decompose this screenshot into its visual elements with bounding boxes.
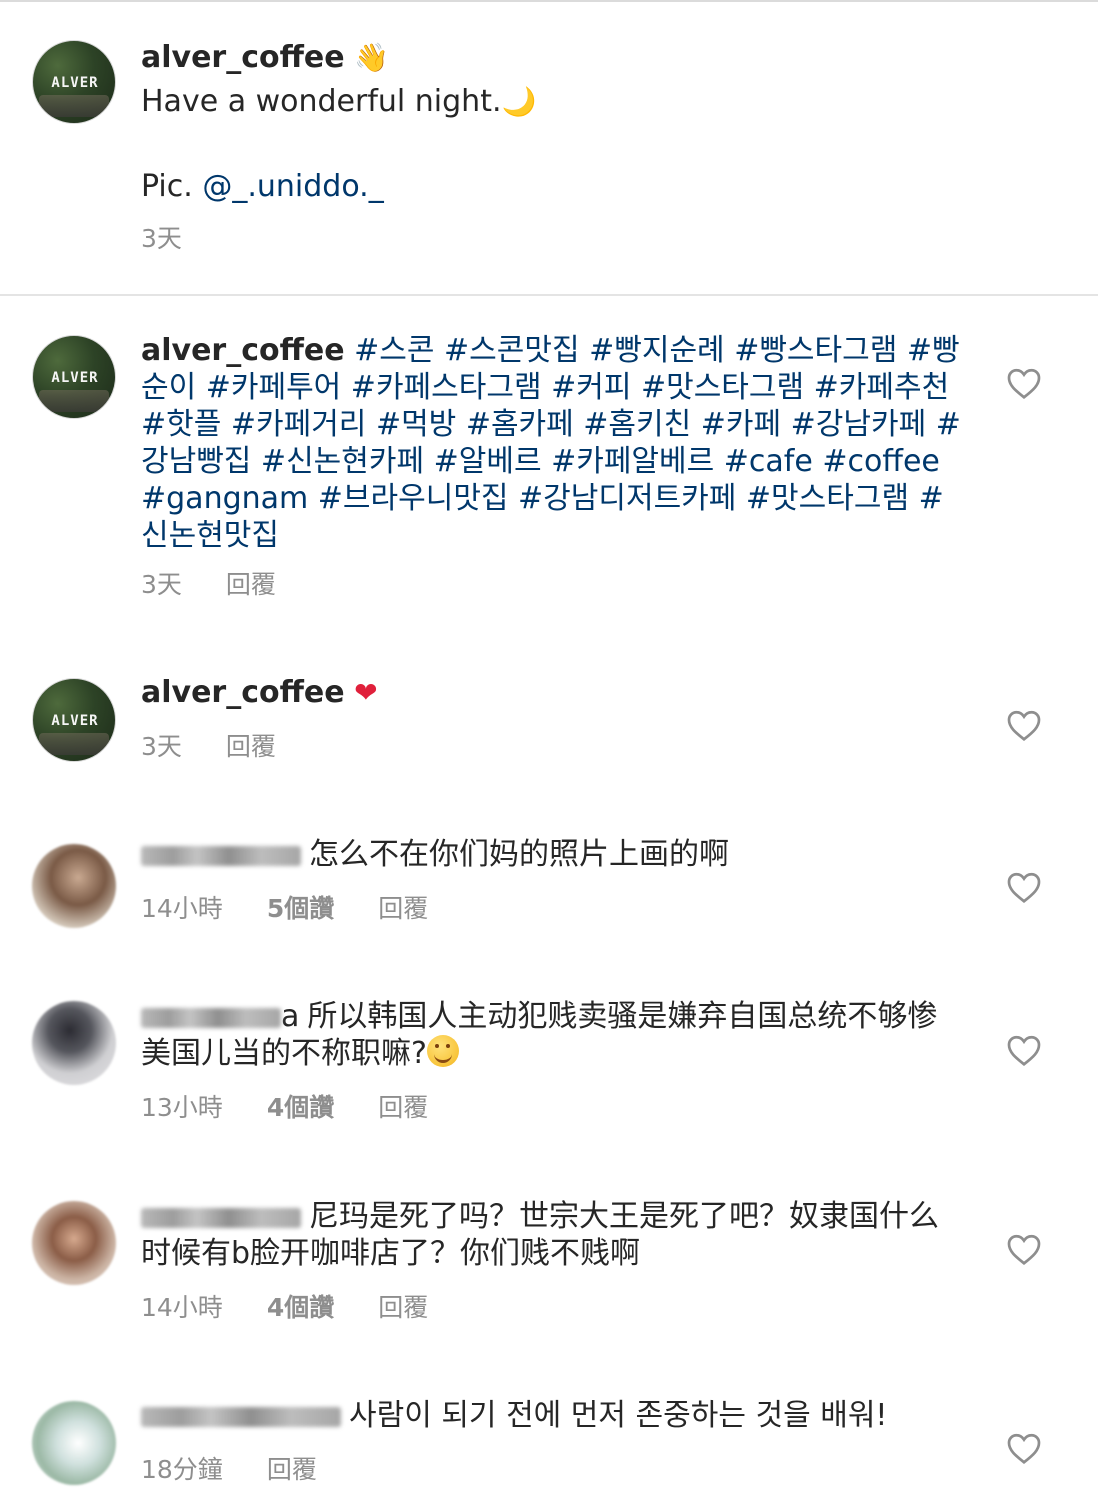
comment-meta: 14小時 4個讚 回覆 <box>141 1293 472 1323</box>
reply-button[interactable]: 回覆 <box>226 732 276 762</box>
timestamp[interactable]: 3天 <box>141 570 182 600</box>
timestamp[interactable]: 13小時 <box>141 1093 223 1123</box>
avatar[interactable]: ALVER <box>32 40 116 124</box>
comment-item: 尼玛是死了吗？世宗大王是死了吧？奴隶国什么时候有b脸开咖啡店了？你们贱不贱啊 1… <box>0 1185 1098 1355</box>
reply-button[interactable]: 回覆 <box>226 570 276 600</box>
likes-count[interactable]: 4個讚 <box>267 1093 334 1123</box>
moon-icon: 🌙 <box>501 85 537 118</box>
caption-meta: 3天 <box>141 224 226 254</box>
timestamp[interactable]: 3天 <box>141 224 182 254</box>
blurred-username[interactable] <box>141 1406 341 1427</box>
comment-item: 사람이 되기 전에 먼저 존중하는 것을 배워! 18分鐘 回覆 <box>0 1385 1098 1492</box>
comment-item: ALVER alver_coffee ❤ 3天 回覆 <box>0 660 1098 790</box>
caption-line: Have a wonderful night. <box>141 84 502 119</box>
reply-button[interactable]: 回覆 <box>378 1093 428 1123</box>
blurred-username[interactable] <box>141 845 301 866</box>
smiling-face-icon <box>426 1035 459 1067</box>
comment-item: 怎么不在你们妈的照片上画的啊 14小時 5個讚 回覆 <box>0 820 1098 960</box>
likes-count[interactable]: 5個讚 <box>267 894 334 924</box>
like-heart-icon[interactable] <box>1006 1033 1042 1067</box>
caption-text: alver_coffee 👋 Have a wonderful night.🌙 … <box>141 39 961 205</box>
comment-meta: 18分鐘 回覆 <box>141 1455 361 1485</box>
comment-body: 怎么不在你们妈的照片上画的啊 <box>309 837 729 872</box>
timestamp[interactable]: 18分鐘 <box>141 1455 223 1485</box>
avatar[interactable]: ALVER <box>32 678 116 762</box>
reply-button[interactable]: 回覆 <box>378 1293 428 1323</box>
avatar[interactable] <box>32 1201 116 1285</box>
comment-meta: 13小時 4個讚 回覆 <box>141 1093 472 1123</box>
red-heart-icon: ❤ <box>354 676 378 709</box>
username[interactable]: alver_coffee <box>141 675 345 710</box>
comment-text: 사람이 되기 전에 먼저 존중하는 것을 배워! <box>141 1397 961 1434</box>
avatar[interactable] <box>32 1001 116 1085</box>
likes-count[interactable]: 4個讚 <box>267 1293 334 1323</box>
like-heart-icon[interactable] <box>1006 870 1042 904</box>
comment-text: 怎么不在你们妈的照片上画的啊 <box>141 836 961 873</box>
caption-block: ALVER alver_coffee 👋 Have a wonderful ni… <box>0 0 1098 295</box>
comment-item: a 所以韩国人主动犯贱卖骚是嫌弃自国总统不够惨美国儿当的不称职嘛? 13小時 4個讚… <box>0 985 1098 1155</box>
like-heart-icon[interactable] <box>1006 1232 1042 1266</box>
alver-logo: ALVER <box>51 75 99 91</box>
comment-text: a 所以韩国人主动犯贱卖骚是嫌弃自国总统不够惨美国儿当的不称职嘛? <box>141 998 961 1072</box>
comment-item: ALVER alver_coffee #스콘 #스콘맛집 #빵지순례 #빵스타그… <box>0 300 1098 620</box>
avatar[interactable]: ALVER <box>32 335 116 419</box>
divider <box>0 294 1098 296</box>
comment-text: 尼玛是死了吗？世宗大王是死了吧？奴隶国什么时候有b脸开咖啡店了？你们贱不贱啊 <box>141 1198 961 1272</box>
like-heart-icon[interactable] <box>1006 1431 1042 1465</box>
blurred-username[interactable] <box>141 1007 281 1028</box>
comment-body: 사람이 되기 전에 먼저 존중하는 것을 배워! <box>349 1398 888 1433</box>
comment-meta: 3天 回覆 <box>141 732 320 762</box>
like-heart-icon[interactable] <box>1006 366 1042 400</box>
timestamp[interactable]: 14小時 <box>141 1293 223 1323</box>
reply-button[interactable]: 回覆 <box>267 1455 317 1485</box>
pic-label: Pic. <box>141 169 203 204</box>
timestamp[interactable]: 14小時 <box>141 894 223 924</box>
avatar[interactable] <box>32 1401 116 1485</box>
comment-text: alver_coffee ❤ <box>141 674 961 711</box>
comment-meta: 14小時 5個讚 回覆 <box>141 894 472 924</box>
comment-lead: a <box>281 999 300 1034</box>
username[interactable]: alver_coffee <box>141 40 345 75</box>
comment-meta: 3天 回覆 <box>141 570 320 600</box>
username[interactable]: alver_coffee <box>141 333 345 368</box>
alver-logo: ALVER <box>51 370 99 386</box>
timestamp[interactable]: 3天 <box>141 732 182 762</box>
comment-text: alver_coffee #스콘 #스콘맛집 #빵지순례 #빵스타그램 #빵순이… <box>141 332 961 554</box>
avatar[interactable] <box>32 844 116 928</box>
mention-link[interactable]: @_.uniddo._ <box>202 169 383 204</box>
alver-logo: ALVER <box>51 713 99 729</box>
reply-button[interactable]: 回覆 <box>378 894 428 924</box>
like-heart-icon[interactable] <box>1006 708 1042 742</box>
blurred-username[interactable] <box>141 1207 301 1228</box>
waving-hand-icon: 👋 <box>354 41 390 74</box>
